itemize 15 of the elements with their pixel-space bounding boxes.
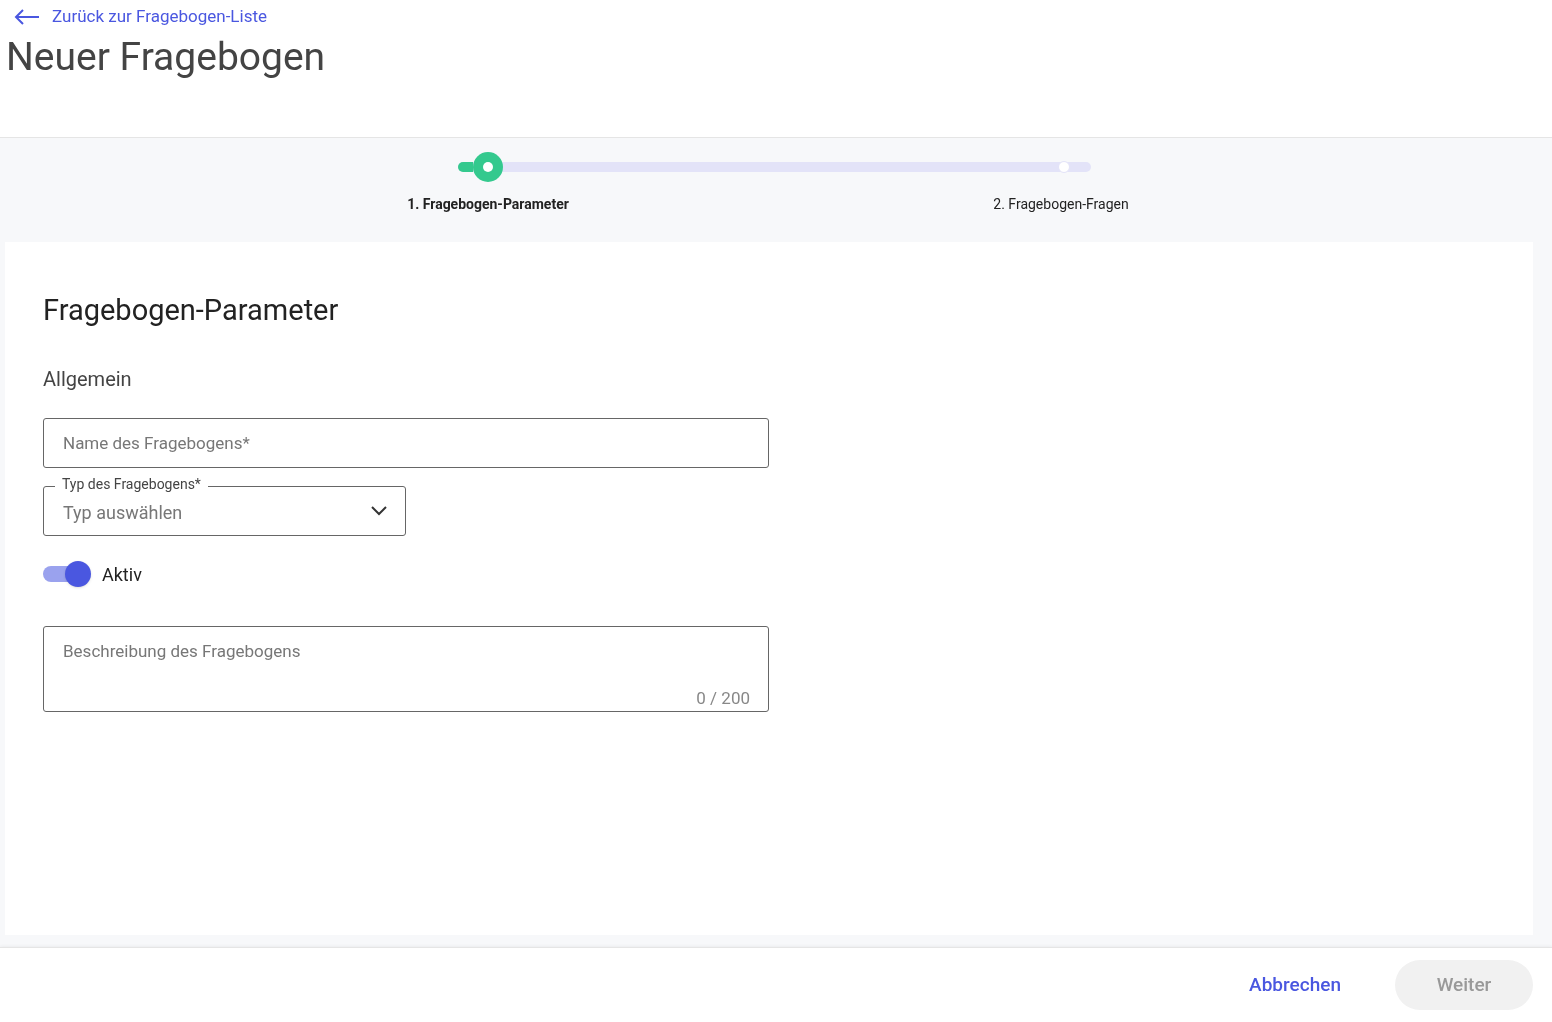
section-heading: Allgemein xyxy=(43,366,132,394)
name-input-field[interactable]: Name des Fragebogens* xyxy=(43,418,769,469)
chevron-down-icon xyxy=(371,506,387,517)
active-toggle[interactable] xyxy=(43,560,91,589)
step-label[interactable]: 1. Fragebogen-Parameter xyxy=(407,194,569,215)
select-label: Typ des Fragebogens* xyxy=(55,476,208,494)
step-label[interactable]: 2. Fragebogen-Fragen xyxy=(993,194,1129,215)
arrow-left-icon xyxy=(14,8,40,25)
back-link[interactable]: Zurück zur Fragebogen-Liste xyxy=(14,0,267,30)
page-title: Neuer Fragebogen xyxy=(6,37,326,77)
character-counter: 0 / 200 xyxy=(696,686,750,710)
cancel-button[interactable]: Abbrechen xyxy=(1225,960,1365,1010)
form-title: Fragebogen-Parameter xyxy=(43,292,339,329)
toggle-label: Aktiv xyxy=(102,562,142,587)
select-placeholder: Typ auswählen xyxy=(63,500,183,525)
